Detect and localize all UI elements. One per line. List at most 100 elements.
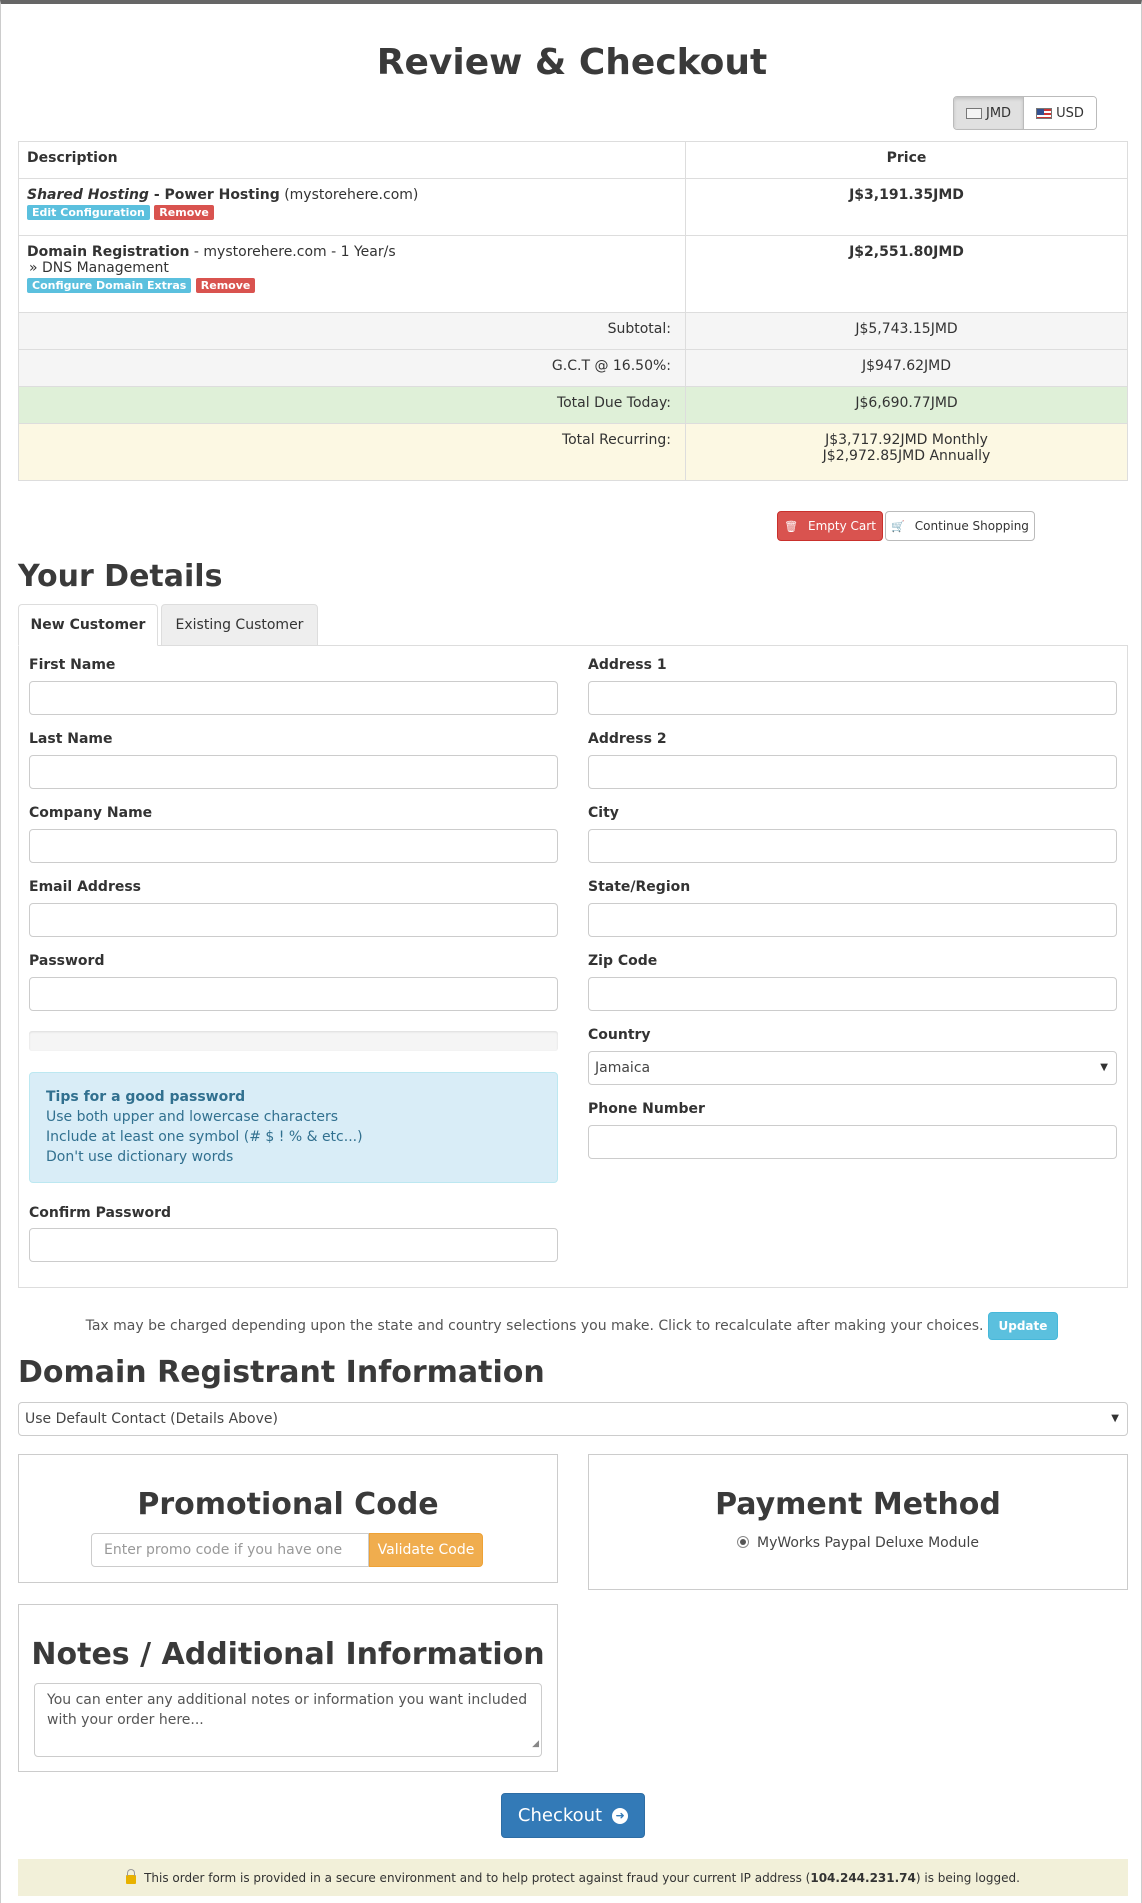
- remove-domain-button[interactable]: Remove: [195, 278, 256, 293]
- country-select[interactable]: Jamaica ▼: [588, 1051, 1117, 1085]
- item-price: J$3,191.35JMD: [685, 178, 1128, 236]
- tax-row: G.C.T @ 16.50%: J$947.62JMD: [18, 349, 1128, 387]
- recurring-annually: J$2,972.85JMD Annually: [822, 448, 991, 464]
- remove-hosting-button[interactable]: Remove: [154, 205, 214, 220]
- confirm-password-input[interactable]: [29, 1228, 558, 1262]
- edit-configuration-button[interactable]: Edit Configuration: [27, 205, 150, 220]
- address2-input[interactable]: [588, 755, 1117, 789]
- password-tips: Tips for a good password Use both upper …: [29, 1072, 558, 1183]
- item-category: Shared Hosting: [27, 187, 149, 203]
- address1-input[interactable]: [588, 681, 1117, 715]
- country-label: Country: [588, 1027, 651, 1043]
- password-input[interactable]: [29, 977, 558, 1011]
- confirm-password-label: Confirm Password: [29, 1205, 172, 1221]
- trash-icon: 🗑: [784, 519, 799, 533]
- payment-heading: Payment Method: [715, 1487, 1001, 1522]
- company-name-label: Company Name: [29, 805, 153, 821]
- cart-item-row: Domain Registration - mystorehere.com - …: [18, 235, 1128, 313]
- last-name-input[interactable]: [29, 755, 558, 789]
- empty-cart-label: Empty Cart: [808, 519, 876, 533]
- currency-jmd-button[interactable]: JMD: [954, 97, 1025, 129]
- currency-usd-label: USD: [1056, 105, 1084, 121]
- email-label: Email Address: [29, 879, 142, 895]
- item-separator: -: [148, 187, 165, 203]
- tab-existing-customer[interactable]: Existing Customer: [161, 604, 318, 646]
- city-input[interactable]: [588, 829, 1117, 863]
- item-category: Domain Registration: [27, 244, 190, 260]
- caret-down-icon: ▼: [1100, 1062, 1108, 1073]
- resize-handle-icon[interactable]: ◢: [532, 1734, 539, 1754]
- zip-input[interactable]: [588, 977, 1117, 1011]
- validate-code-button[interactable]: Validate Code: [369, 1533, 483, 1567]
- password-strength-bar: [29, 1031, 558, 1051]
- continue-shopping-button[interactable]: 🛒 Continue Shopping: [885, 511, 1035, 541]
- radio-selected-icon[interactable]: [736, 1536, 749, 1548]
- promo-code-input[interactable]: Enter promo code if you have one: [91, 1533, 369, 1567]
- password-label: Password: [29, 953, 105, 969]
- update-button[interactable]: Update: [987, 1312, 1059, 1340]
- cart-header-row: Description Price: [18, 141, 1128, 179]
- tax-note: Tax may be charged depending upon the st…: [1, 1312, 1142, 1340]
- payment-box: Payment Method MyWorks Paypal Deluxe Mod…: [588, 1454, 1128, 1590]
- tips-title: Tips for a good password: [46, 1089, 246, 1105]
- item-price: J$2,551.80JMD: [685, 235, 1128, 313]
- registrant-heading: Domain Registrant Information: [18, 1355, 545, 1390]
- total-recurring-label: Total Recurring:: [18, 423, 686, 481]
- promo-box: Promotional Code Enter promo code if you…: [18, 1454, 558, 1583]
- tip-item: Use both upper and lowercase characters: [46, 1109, 339, 1125]
- first-name-input[interactable]: [29, 681, 558, 715]
- item-domain: (mystorehere.com): [279, 187, 419, 203]
- notes-placeholder: You can enter any additional notes or in…: [47, 1692, 528, 1728]
- currency-switcher: JMD USD: [953, 96, 1097, 130]
- recurring-monthly: J$3,717.92JMD Monthly: [825, 432, 988, 448]
- price-header: Price: [685, 141, 1128, 179]
- us-flag-icon: [1036, 107, 1053, 119]
- subtotal-label: Subtotal:: [18, 312, 686, 350]
- notes-heading: Notes / Additional Information: [31, 1637, 545, 1672]
- cart-item-description: Shared Hosting - Power Hosting (mystoreh…: [18, 178, 686, 236]
- registrant-selected: Use Default Contact (Details Above): [25, 1411, 278, 1427]
- tab-new-customer[interactable]: New Customer: [18, 604, 158, 646]
- cart-icon: 🛒: [891, 519, 905, 533]
- phone-input[interactable]: [588, 1125, 1117, 1159]
- secure-notice: This order form is provided in a secure …: [18, 1859, 1128, 1896]
- total-due-label: Total Due Today:: [18, 386, 686, 424]
- total-recurring-value: J$3,717.92JMD Monthly J$2,972.85JMD Annu…: [685, 423, 1128, 481]
- configure-domain-extras-button[interactable]: Configure Domain Extras: [27, 278, 192, 293]
- checkout-button[interactable]: Checkout ➜: [501, 1793, 645, 1838]
- notes-box: Notes / Additional Information You can e…: [18, 1604, 558, 1772]
- total-due-row: Total Due Today: J$6,690.77JMD: [18, 386, 1128, 424]
- last-name-label: Last Name: [29, 731, 113, 747]
- state-input[interactable]: [588, 903, 1117, 937]
- item-addon: » DNS Management: [29, 260, 169, 276]
- company-name-input[interactable]: [29, 829, 558, 863]
- total-due-value: J$6,690.77JMD: [685, 386, 1128, 424]
- email-input[interactable]: [29, 903, 558, 937]
- empty-cart-button[interactable]: 🗑 Empty Cart: [777, 511, 883, 541]
- tax-label: G.C.T @ 16.50%:: [18, 349, 686, 387]
- tip-item: Include at least one symbol (# $ ! % & e…: [46, 1129, 363, 1145]
- item-product: Power Hosting: [164, 187, 280, 203]
- payment-option-label: MyWorks Paypal Deluxe Module: [756, 1535, 980, 1551]
- payment-option[interactable]: MyWorks Paypal Deluxe Module: [589, 1535, 1127, 1551]
- description-header: Description: [18, 141, 686, 179]
- cart-table: Description Price Shared Hosting - Power…: [18, 141, 1128, 481]
- tax-value: J$947.62JMD: [685, 349, 1128, 387]
- page-title: Review & Checkout: [376, 42, 768, 83]
- subtotal-row: Subtotal: J$5,743.15JMD: [18, 312, 1128, 350]
- city-label: City: [588, 805, 619, 821]
- item-details: - mystorehere.com - 1 Year/s: [189, 244, 396, 260]
- ip-address: 104.244.231.74: [810, 1870, 916, 1885]
- registrant-contact-select[interactable]: Use Default Contact (Details Above) ▼: [18, 1402, 1128, 1436]
- secure-notice-after: ) is being logged.: [915, 1870, 1020, 1885]
- secure-notice-before: This order form is provided in a secure …: [144, 1870, 811, 1885]
- currency-usd-button[interactable]: USD: [1024, 97, 1096, 129]
- arrow-circle-right-icon: ➜: [612, 1807, 629, 1824]
- notes-textarea[interactable]: You can enter any additional notes or in…: [34, 1683, 542, 1757]
- subtotal-value: J$5,743.15JMD: [685, 312, 1128, 350]
- tip-item: Don't use dictionary words: [46, 1149, 234, 1165]
- address2-label: Address 2: [588, 731, 667, 747]
- continue-shopping-label: Continue Shopping: [914, 519, 1029, 533]
- cart-item-description: Domain Registration - mystorehere.com - …: [18, 235, 686, 313]
- your-details-heading: Your Details: [18, 559, 223, 594]
